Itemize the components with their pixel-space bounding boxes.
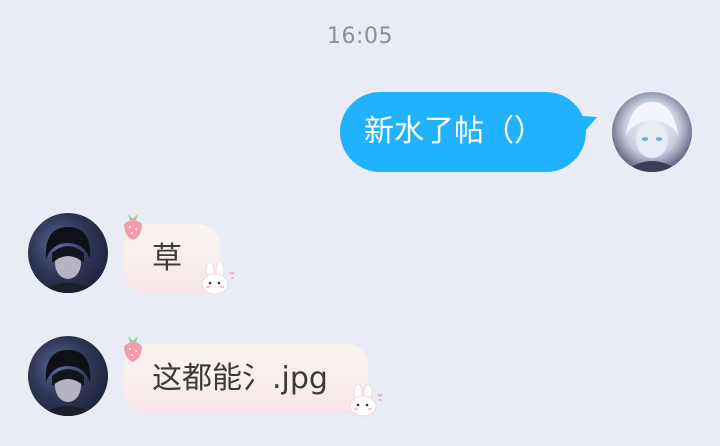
contact-avatar[interactable] <box>28 213 108 293</box>
self-avatar-icon <box>624 102 680 172</box>
strawberry-sticker-icon <box>120 210 146 246</box>
self-avatar[interactable] <box>612 92 692 172</box>
contact-avatar[interactable] <box>28 336 108 416</box>
message-timestamp: 16:05 <box>327 24 393 49</box>
bubble-tail <box>577 109 601 133</box>
outgoing-message-bubble[interactable]: 新水了帖（） <box>340 92 601 172</box>
bunny-sticker-icon <box>198 261 236 300</box>
bunny-sticker-icon <box>346 383 384 422</box>
incoming-message-bubble[interactable]: 这都能氵.jpg <box>124 344 368 414</box>
contact-avatar-icon <box>38 227 98 293</box>
strawberry-sticker-icon <box>120 332 146 368</box>
contact-avatar-icon <box>38 350 98 416</box>
message-text: 这都能氵.jpg <box>152 361 328 396</box>
message-text: 草 <box>152 241 182 276</box>
message-text: 新水了帖（） <box>364 114 544 149</box>
